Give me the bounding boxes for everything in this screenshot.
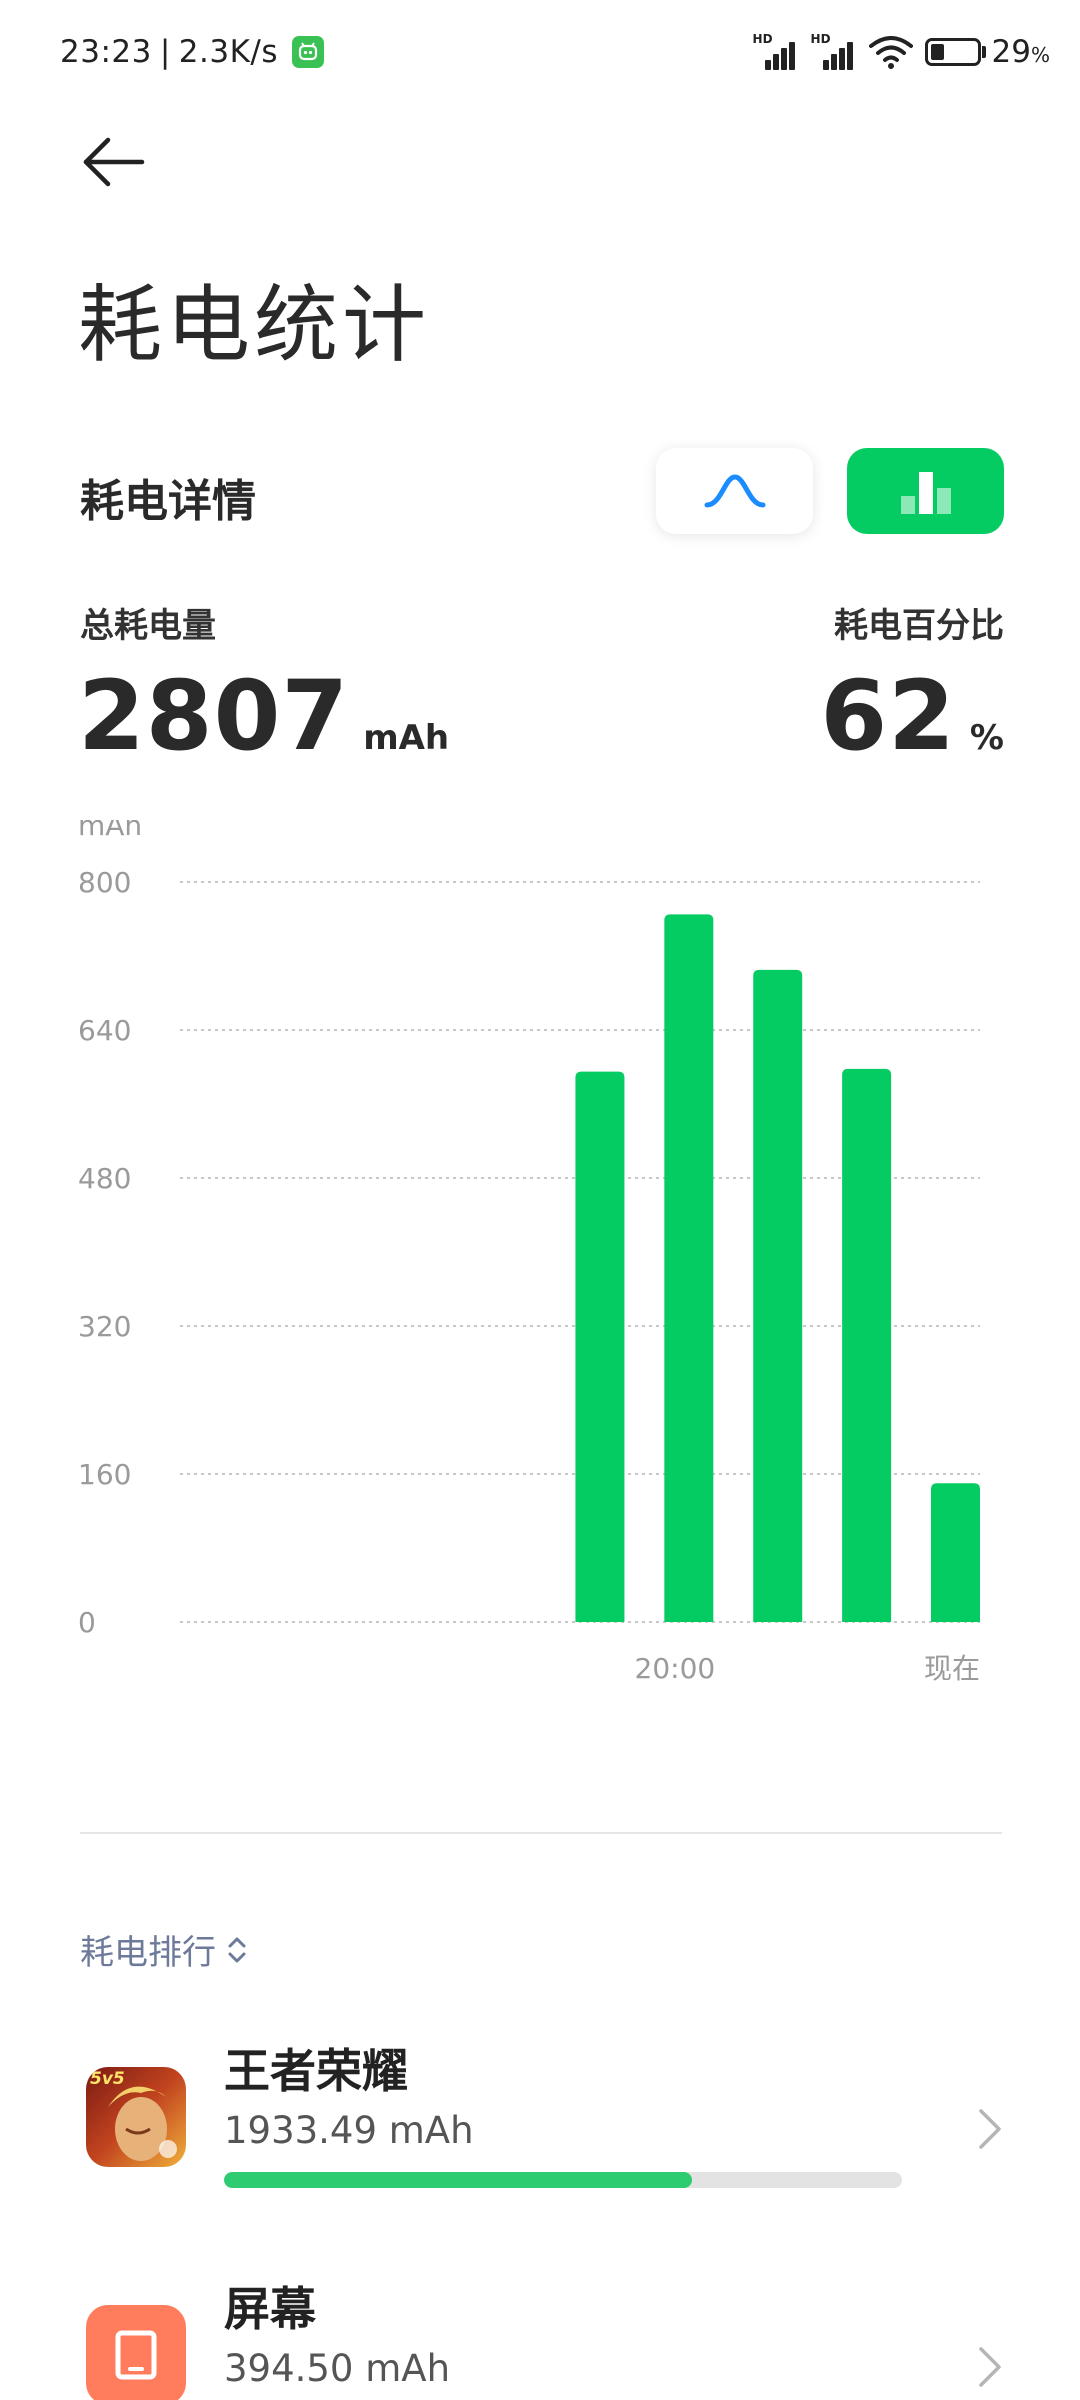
list-item-name: 屏幕 xyxy=(224,2282,316,2336)
chart-bar xyxy=(842,1068,892,1622)
app-notification-icon xyxy=(292,36,325,68)
chart-bar xyxy=(753,969,803,1622)
arrow-left-icon xyxy=(83,137,145,187)
list-item-value: 1933.49 mAh xyxy=(224,2109,474,2152)
consumption-bar-chart: mAh 800 640 480 320 160 0 20:00 现在 xyxy=(78,820,980,1685)
chevron-right-icon xyxy=(979,2109,1001,2149)
game-icon-text: 5v5 xyxy=(90,2069,125,2089)
list-item-value: 394.50 mAh xyxy=(224,2347,451,2390)
y-tick-label: 800 xyxy=(78,866,131,899)
chevron-right-icon xyxy=(979,2347,1001,2387)
status-left: 23:23 | 2.3K/s xyxy=(60,30,325,74)
usage-progress-fill xyxy=(224,2172,692,2188)
y-tick-label: 320 xyxy=(78,1310,131,1343)
y-tick-label: 640 xyxy=(78,1014,131,1047)
chart-bar xyxy=(931,1483,980,1622)
page-title: 耗电统计 xyxy=(78,276,431,374)
battery-icon: 29% xyxy=(924,34,1050,70)
total-consumption-value: 2807 mAh xyxy=(78,660,449,772)
game-app-icon: 5v5 xyxy=(86,2067,186,2167)
wifi-icon xyxy=(868,36,913,69)
bar-chart-toggle[interactable] xyxy=(847,448,1004,534)
consumption-percent-label: 耗电百分比 xyxy=(834,606,1004,646)
signal-icon: HD xyxy=(811,32,857,72)
y-axis-label: mAh xyxy=(78,820,142,842)
consumption-percent-unit: % xyxy=(969,718,1004,758)
back-button[interactable] xyxy=(82,130,146,194)
sort-updown-icon xyxy=(228,1937,246,1962)
chart-bar xyxy=(664,914,714,1622)
ranking-sort-button[interactable]: 耗电排行 xyxy=(80,1925,248,1974)
battery-percent: 29% xyxy=(991,34,1050,70)
consumption-percent-value: 62 % xyxy=(820,660,1004,772)
consumption-percent-number: 62 xyxy=(820,660,956,772)
divider xyxy=(80,1832,1002,1834)
total-consumption-number: 2807 xyxy=(78,660,350,772)
status-time: 23:23 xyxy=(60,34,152,70)
screen-icon xyxy=(86,2305,186,2400)
x-tick-label: 现在 xyxy=(924,1652,980,1685)
total-consumption-unit: mAh xyxy=(363,718,450,758)
line-chart-toggle[interactable] xyxy=(656,448,813,534)
chart-bar xyxy=(575,1071,625,1622)
bar-chart-icon xyxy=(900,472,951,514)
usage-progress-bar xyxy=(224,2172,902,2188)
line-chart-icon xyxy=(704,474,765,508)
list-item-name: 王者荣耀 xyxy=(224,2044,408,2098)
x-tick-label: 20:00 xyxy=(635,1652,716,1685)
status-bar: 23:23 | 2.3K/s HD HD 29% xyxy=(0,0,1080,104)
signal-icon: HD xyxy=(753,32,799,72)
total-consumption-label: 总耗电量 xyxy=(80,606,216,646)
ranking-label: 耗电排行 xyxy=(80,1933,216,1973)
status-separator: | xyxy=(159,34,171,70)
details-title: 耗电详情 xyxy=(80,476,256,527)
y-tick-label: 0 xyxy=(78,1606,96,1639)
status-right: HD HD 29% xyxy=(753,28,1050,76)
sim1-hd-tag: HD xyxy=(752,32,773,46)
y-tick-label: 480 xyxy=(78,1162,131,1195)
status-net-speed: 2.3K/s xyxy=(178,34,279,70)
sim2-hd-tag: HD xyxy=(810,32,831,46)
y-tick-label: 160 xyxy=(78,1458,131,1491)
list-item[interactable]: 5v5 王者荣耀 1933.49 mAh xyxy=(0,2015,1080,2245)
list-item[interactable]: 屏幕 394.50 mAh xyxy=(0,2255,1080,2400)
